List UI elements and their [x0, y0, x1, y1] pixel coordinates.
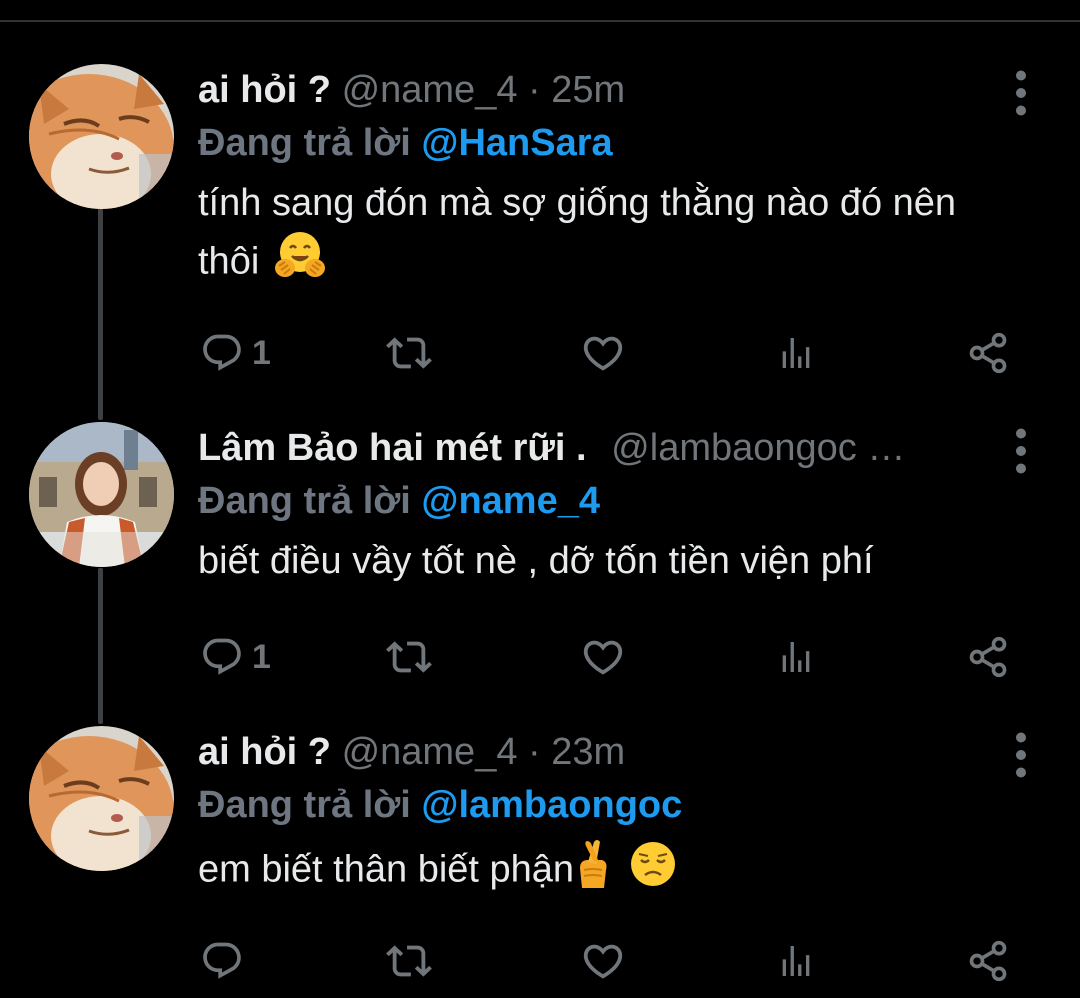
user-handle[interactable]: @lambaongoc …	[611, 427, 905, 469]
user-handle[interactable]: @name_4	[342, 731, 518, 773]
reply-button[interactable]: 1	[200, 632, 271, 682]
action-bar	[0, 936, 1080, 986]
retweet-button[interactable]	[386, 328, 432, 378]
heart-icon	[580, 938, 626, 984]
share-button[interactable]	[966, 632, 1010, 682]
replying-to: Đang trả lời @HanSara	[198, 116, 998, 170]
reply-mention[interactable]: @HanSara	[421, 122, 612, 164]
reply-button[interactable]: 1	[200, 328, 271, 378]
reply-count: 1	[252, 637, 271, 676]
tweet-text: em biết thân biết phận	[198, 838, 998, 905]
tweet-text: biết điều vầy tốt nè , dỡ tốn tiền viện …	[198, 534, 998, 588]
views-chart-icon	[776, 637, 816, 677]
more-options-icon[interactable]	[1004, 426, 1038, 476]
reply-prefix: Đang trả lời	[198, 480, 411, 522]
tweet-body: biết điều vầy tốt nè , dỡ tốn tiền viện …	[198, 540, 874, 582]
share-button[interactable]	[966, 328, 1010, 378]
disappointed-face-emoji	[629, 840, 677, 903]
retweet-button[interactable]	[386, 936, 432, 986]
separator-dot: ·	[528, 731, 541, 773]
reply-icon	[200, 939, 244, 983]
reply-icon	[200, 331, 244, 375]
timestamp[interactable]: 23m	[551, 731, 625, 773]
reply-prefix: Đang trả lời	[198, 784, 411, 826]
hugging-face-emoji	[274, 230, 326, 297]
tweet-text: tính sang đón mà sợ giống thằng nào đó n…	[198, 176, 998, 297]
like-button[interactable]	[580, 632, 626, 682]
reply-button[interactable]	[200, 936, 252, 986]
user-handle[interactable]: @name_4	[342, 69, 518, 111]
avatar[interactable]	[29, 726, 174, 871]
reply-icon	[200, 635, 244, 679]
share-icon	[966, 939, 1010, 983]
display-name[interactable]: ai hỏi ?	[198, 69, 331, 111]
thread-connector	[98, 208, 103, 420]
crossed-fingers-emoji	[574, 838, 614, 905]
more-options-icon[interactable]	[1004, 68, 1038, 118]
timestamp[interactable]: 25m	[551, 69, 625, 111]
reply-mention[interactable]: @lambaongoc	[421, 784, 682, 826]
more-options-icon[interactable]	[1004, 730, 1038, 780]
views-button[interactable]	[776, 328, 816, 378]
replying-to: Đang trả lời @lambaongoc	[198, 778, 998, 832]
reply-mention[interactable]: @name_4	[421, 480, 600, 522]
views-button[interactable]	[776, 632, 816, 682]
separator-dot: ·	[528, 69, 541, 111]
display-name[interactable]: Lâm Bảo hai mét rữi .	[198, 427, 587, 469]
heart-icon	[580, 634, 626, 680]
reply-count: 1	[252, 333, 271, 372]
retweet-icon	[386, 938, 432, 984]
tweet-header: ai hỏi ? @name_4 · 25m	[198, 64, 998, 116]
share-icon	[966, 331, 1010, 375]
like-button[interactable]	[580, 328, 626, 378]
display-name[interactable]: ai hỏi ?	[198, 731, 331, 773]
avatar[interactable]	[29, 422, 174, 567]
views-chart-icon	[776, 333, 816, 373]
tweet-header: Lâm Bảo hai mét rữi . @lambaongoc …	[198, 422, 998, 474]
reply-prefix: Đang trả lời	[198, 122, 411, 164]
action-bar: 1	[0, 632, 1080, 682]
orange-cat-avatar	[29, 64, 174, 209]
like-button[interactable]	[580, 936, 626, 986]
retweet-icon	[386, 330, 432, 376]
retweet-button[interactable]	[386, 632, 432, 682]
woman-photo-avatar	[29, 422, 174, 567]
replying-to: Đang trả lời @name_4	[198, 474, 998, 528]
share-icon	[966, 635, 1010, 679]
avatar[interactable]	[29, 64, 174, 209]
retweet-icon	[386, 634, 432, 680]
tweet-body: em biết thân biết phận	[198, 848, 575, 891]
tweet-header: ai hỏi ? @name_4 · 23m	[198, 726, 998, 778]
views-chart-icon	[776, 941, 816, 981]
share-button[interactable]	[966, 936, 1010, 986]
action-bar: 1	[0, 328, 1080, 378]
orange-cat-avatar	[29, 726, 174, 871]
top-divider	[0, 20, 1080, 22]
views-button[interactable]	[776, 936, 816, 986]
heart-icon	[580, 330, 626, 376]
